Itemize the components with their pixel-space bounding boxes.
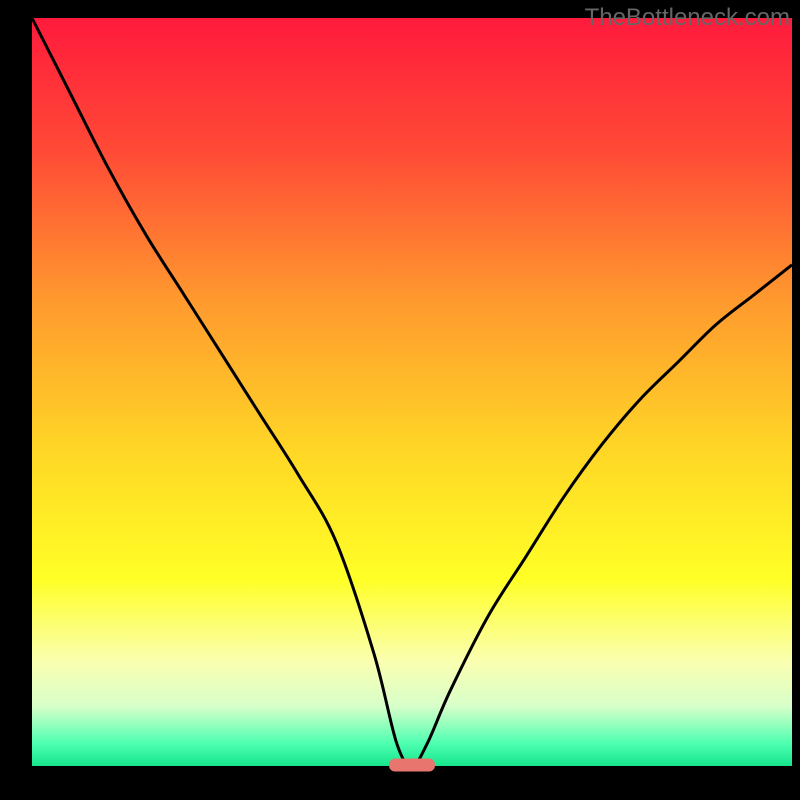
optimal-marker <box>389 759 435 772</box>
chart-container: TheBottleneck.com <box>0 0 800 800</box>
gradient-background <box>32 18 792 766</box>
bottleneck-chart <box>0 0 800 800</box>
attribution-text: TheBottleneck.com <box>585 4 790 32</box>
